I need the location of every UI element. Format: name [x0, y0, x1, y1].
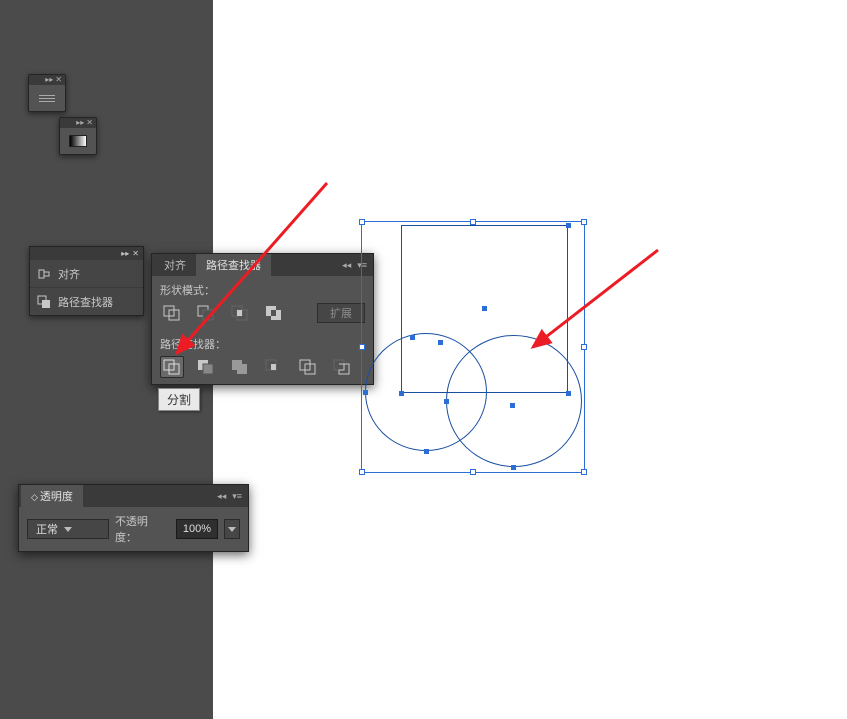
collapsed-pathfinder-row[interactable]: 路径查找器 — [30, 287, 143, 315]
anchor-point[interactable] — [566, 223, 571, 228]
rectangle-center-mark — [482, 306, 487, 311]
collapse-icon[interactable]: ▸▸ — [45, 76, 53, 84]
tooltip-divide: 分割 — [158, 388, 200, 411]
mini-panel-stroke[interactable]: ▸▸ ✕ — [28, 74, 66, 112]
anchor-point[interactable] — [511, 465, 516, 470]
close-icon[interactable]: ✕ — [55, 76, 62, 84]
collapsed-panel-group: ▸▸ ✕ 对齐 路径查找器 — [29, 246, 144, 316]
collapsed-panel-header[interactable]: ▸▸ ✕ — [30, 247, 143, 259]
anchor-point[interactable] — [410, 335, 415, 340]
mini-panel-body[interactable] — [60, 128, 96, 154]
pathfinder-icon — [36, 294, 52, 310]
divide-button[interactable] — [160, 356, 184, 378]
opacity-value: 100% — [183, 523, 211, 535]
gradient-icon — [69, 135, 87, 147]
mini-panel-header[interactable]: ▸▸ ✕ — [60, 118, 96, 128]
resize-handle-br[interactable] — [581, 469, 587, 475]
tab-transparency[interactable]: ◇透明度 — [21, 485, 83, 507]
collapsed-align-row[interactable]: 对齐 — [30, 259, 143, 287]
blend-mode-value: 正常 — [36, 521, 58, 537]
collapse-icon[interactable]: ▸▸ — [76, 119, 84, 127]
selection-center-mark — [510, 403, 515, 408]
canvas[interactable] — [213, 0, 847, 719]
resize-handle-lc[interactable] — [359, 344, 365, 350]
align-icon — [36, 266, 52, 282]
resize-handle-tr[interactable] — [581, 219, 587, 225]
selection-bounding-box[interactable] — [361, 221, 585, 473]
anchor-point[interactable] — [424, 449, 429, 454]
blend-mode-dropdown[interactable]: 正常 — [27, 519, 109, 539]
disclosure-icon: ◇ — [31, 492, 38, 502]
collapsed-pathfinder-label: 路径查找器 — [58, 294, 113, 310]
anchor-point[interactable] — [399, 391, 404, 396]
tab-align[interactable]: 对齐 — [154, 254, 196, 276]
unite-button[interactable] — [160, 302, 184, 324]
collapsed-align-label: 对齐 — [58, 266, 80, 282]
anchor-point[interactable] — [438, 340, 443, 345]
collapse-icon[interactable]: ▸▸ — [121, 249, 129, 258]
opacity-input[interactable]: 100% — [176, 519, 218, 539]
mini-panel-header[interactable]: ▸▸ ✕ — [29, 75, 65, 85]
transparency-tab-label: 透明度 — [40, 491, 73, 503]
anchor-point[interactable] — [566, 391, 571, 396]
opacity-label: 不透明度： — [115, 513, 170, 545]
resize-handle-tc[interactable] — [470, 219, 476, 225]
resize-handle-bc[interactable] — [470, 469, 476, 475]
mini-panel-gradient[interactable]: ▸▸ ✕ — [59, 117, 97, 155]
mini-panel-body[interactable] — [29, 85, 65, 111]
anchor-point[interactable] — [363, 390, 368, 395]
resize-handle-tl[interactable] — [359, 219, 365, 225]
stroke-icon — [39, 95, 55, 102]
close-icon[interactable]: ✕ — [86, 119, 93, 127]
resize-handle-bl[interactable] — [359, 469, 365, 475]
anchor-point[interactable] — [444, 399, 449, 404]
close-icon[interactable]: ✕ — [132, 249, 139, 258]
resize-handle-rc[interactable] — [581, 344, 587, 350]
chevron-down-icon — [64, 527, 72, 532]
